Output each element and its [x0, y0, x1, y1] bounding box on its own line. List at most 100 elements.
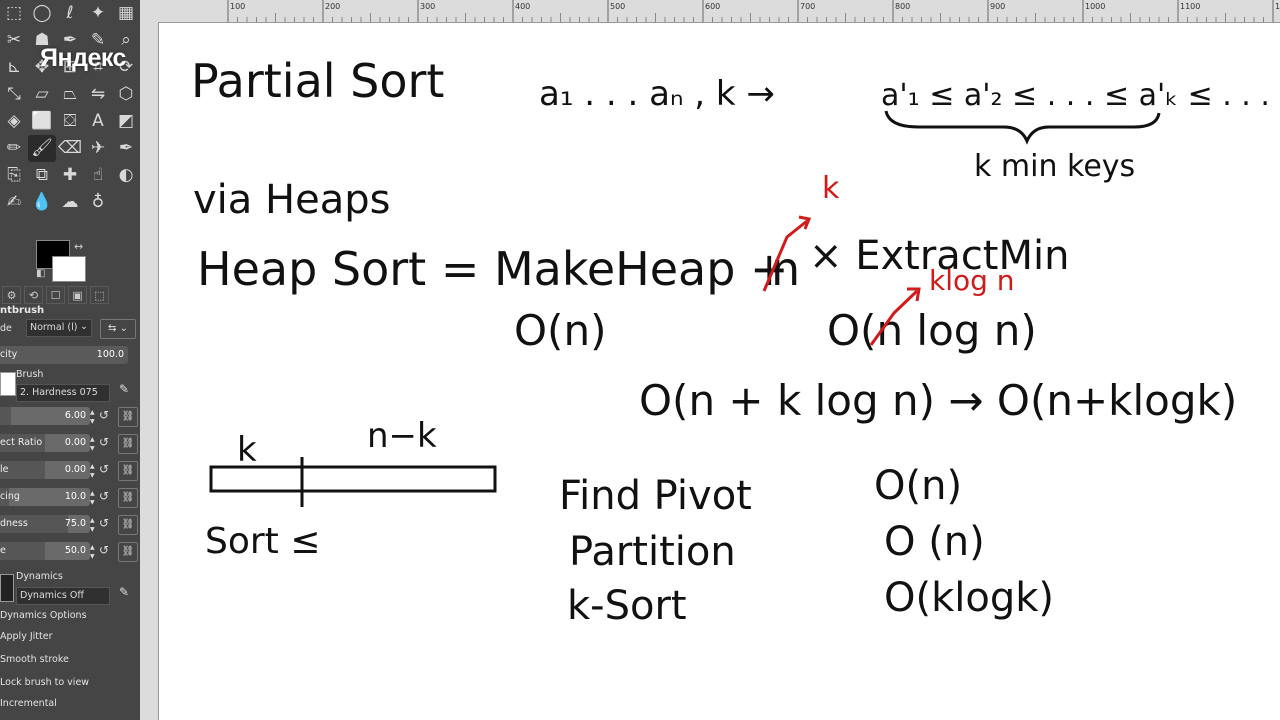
brush-select[interactable]: 2. Hardness 075: [16, 384, 110, 402]
swap-colors-icon[interactable]: ↔: [74, 240, 83, 253]
airbrush-icon[interactable]: ✈: [84, 135, 112, 162]
link-icon[interactable]: ⛓: [118, 461, 138, 481]
edit-brush-icon[interactable]: ✎: [116, 382, 132, 398]
horizontal-ruler[interactable]: 100 200 300 400 500 600 700 800 900 1000 1100 1200: [140, 0, 1280, 23]
mode-options-button[interactable]: ⇆ ⌄: [100, 319, 136, 339]
dynamics-options-expander[interactable]: Dynamics Options: [0, 610, 87, 621]
option-slider[interactable]: le 0.00: [0, 461, 90, 479]
image-canvas[interactable]: Partial Sort a₁ . . . aₙ , k → a'₁ ≤ a'₂…: [159, 23, 1280, 720]
reset-value-icon[interactable]: ↺: [96, 462, 112, 478]
paintbrush-icon[interactable]: 🖌: [28, 135, 56, 162]
link-icon[interactable]: ⛓: [118, 488, 138, 508]
scale-icon[interactable]: ⤡: [0, 81, 28, 108]
chevron-down-icon: ⌄: [80, 321, 88, 332]
undo-history-tab[interactable]: ☐: [46, 286, 65, 304]
reset-value-icon[interactable]: ↺: [96, 435, 112, 451]
option-slider[interactable]: e 50.0: [0, 542, 90, 560]
dodge-burn-icon[interactable]: ◐: [112, 162, 140, 189]
dynamics-preview[interactable]: [0, 574, 14, 602]
sort-le-label: Sort ≤: [205, 521, 320, 562]
warp-icon[interactable]: ◈: [0, 108, 28, 135]
text-icon[interactable]: A: [84, 108, 112, 135]
dynamics-select[interactable]: Dynamics Off: [16, 587, 110, 605]
option-value: 50.0: [64, 545, 86, 556]
tool-options-tab[interactable]: ⚙: [2, 286, 21, 304]
smooth-stroke-checkbox[interactable]: Smooth stroke: [0, 654, 69, 665]
array-bar: [209, 465, 497, 493]
measure-icon[interactable]: ⊾: [0, 54, 28, 81]
unified-transform-icon[interactable]: ⬜: [28, 108, 56, 135]
scissors-icon[interactable]: ✂: [0, 27, 28, 54]
images-tab[interactable]: ▣: [68, 286, 87, 304]
fuzzy-select-icon[interactable]: ✦: [84, 0, 112, 27]
ink-icon[interactable]: ✒: [112, 135, 140, 162]
pencil-icon[interactable]: ✏: [0, 135, 28, 162]
device-status-tab[interactable]: ⟲: [24, 286, 43, 304]
eraser-icon[interactable]: ⌫: [56, 135, 84, 162]
fuzzy-blob-icon[interactable]: ☁: [56, 189, 84, 216]
perspective-clone-icon[interactable]: ⧉: [28, 162, 56, 189]
option-slider[interactable]: cing 10.0: [0, 488, 90, 506]
mode-row: de Normal (l) ⌄ ⇆ ⌄: [0, 319, 140, 339]
reset-value-icon[interactable]: ↺: [96, 516, 112, 532]
mode-value: Normal (l): [30, 322, 78, 333]
convolve-icon[interactable]: 💧: [28, 189, 56, 216]
reset-value-icon[interactable]: ↺: [96, 489, 112, 505]
brush-preview[interactable]: [0, 372, 16, 396]
incremental-checkbox[interactable]: Incremental: [0, 698, 57, 709]
option-slider[interactable]: ect Ratio 0.00: [0, 434, 90, 452]
link-icon[interactable]: ⛓: [118, 434, 138, 454]
option-slider[interactable]: dness 75.0: [0, 515, 90, 533]
flip-icon[interactable]: ⇋: [84, 81, 112, 108]
red-klogn-annotation: klog n: [929, 264, 1015, 297]
color-select-icon[interactable]: ▦: [112, 0, 140, 27]
configure-tab[interactable]: ⬚: [90, 286, 109, 304]
background-color-swatch[interactable]: [52, 256, 86, 282]
option-slider[interactable]: 6.00: [0, 407, 90, 425]
option-label: ect Ratio: [0, 437, 43, 448]
partition-label: Partition: [569, 529, 736, 575]
option-label: le: [0, 464, 9, 475]
option-value: 10.0: [64, 491, 86, 502]
mode-label: de: [0, 323, 12, 334]
link-icon[interactable]: ⛓: [118, 407, 138, 427]
sequence-output: a'₁ ≤ a'₂ ≤ . . . ≤ a'ₖ ≤ . . .: [881, 78, 1270, 113]
ruler-label: 300: [420, 2, 435, 11]
bar-k-label: k: [237, 430, 257, 470]
link-icon[interactable]: ⛓: [118, 542, 138, 562]
lasso-icon[interactable]: ℓ: [56, 0, 84, 27]
cage-icon[interactable]: ⬡: [112, 81, 140, 108]
via-heaps-label: via Heaps: [193, 177, 390, 223]
ruler-label: 800: [895, 2, 910, 11]
edit-dynamics-icon[interactable]: ✎: [116, 585, 132, 601]
bar-nk-label: n−k: [367, 416, 437, 456]
opacity-slider[interactable]: city 100.0: [0, 346, 128, 364]
reset-colors-icon[interactable]: ◧: [36, 268, 45, 279]
brush-label: Brush: [16, 369, 44, 380]
option-value: 0.00: [64, 464, 86, 475]
mypaint-brush-icon[interactable]: ✍: [0, 189, 28, 216]
ellipse-select-icon[interactable]: ◯: [28, 0, 56, 27]
reset-value-icon[interactable]: ↺: [96, 408, 112, 424]
option-label: cing: [0, 491, 20, 502]
rect-select-icon[interactable]: ⬚: [0, 0, 28, 27]
heapsort-equation: Heap Sort = MakeHeap +: [197, 242, 789, 296]
lock-brush-checkbox[interactable]: Lock brush to view: [0, 677, 89, 688]
link-icon[interactable]: ⛓: [118, 515, 138, 535]
option-value: 6.00: [64, 410, 86, 421]
reset-value-icon[interactable]: ↺: [96, 543, 112, 559]
toolbox-panel: ⬚ ◯ ℓ ✦ ▦ ✂ ☗ ✒ ✎ ⌕ ⊾ ✥ ⊞ ⌗ ⟳ ⤡ ▱ ⏢ ⇋ ⬡ ◈ ⬜ ⛋ A ◩ ✏ 🖌 ⌫ ✈ ✒ ⎘ ⧉ ✚ ☝ ◐ ✍ 💧 ☁ ♁ …: [0, 0, 140, 720]
smudge-icon[interactable]: ☝: [84, 162, 112, 189]
vertical-ruler[interactable]: [140, 22, 159, 720]
shear-icon[interactable]: ▱: [28, 81, 56, 108]
apply-jitter-checkbox[interactable]: Apply Jitter: [0, 631, 52, 642]
dodge-icon[interactable]: ♁: [84, 189, 112, 216]
blend-icon[interactable]: ◩: [112, 108, 140, 135]
heal-icon[interactable]: ✚: [56, 162, 84, 189]
mode-select[interactable]: Normal (l) ⌄: [26, 319, 92, 337]
slider-fill: [0, 542, 45, 560]
clone-icon[interactable]: ⎘: [0, 162, 28, 189]
tools-grid: ⬚ ◯ ℓ ✦ ▦ ✂ ☗ ✒ ✎ ⌕ ⊾ ✥ ⊞ ⌗ ⟳ ⤡ ▱ ⏢ ⇋ ⬡ ◈ ⬜ ⛋ A ◩ ✏ 🖌 ⌫ ✈ ✒ ⎘ ⧉ ✚ ☝ ◐ ✍ 💧 ☁ ♁: [0, 0, 140, 240]
perspective-icon[interactable]: ⏢: [56, 81, 84, 108]
bucket-fill-icon[interactable]: ⛋: [56, 108, 84, 135]
